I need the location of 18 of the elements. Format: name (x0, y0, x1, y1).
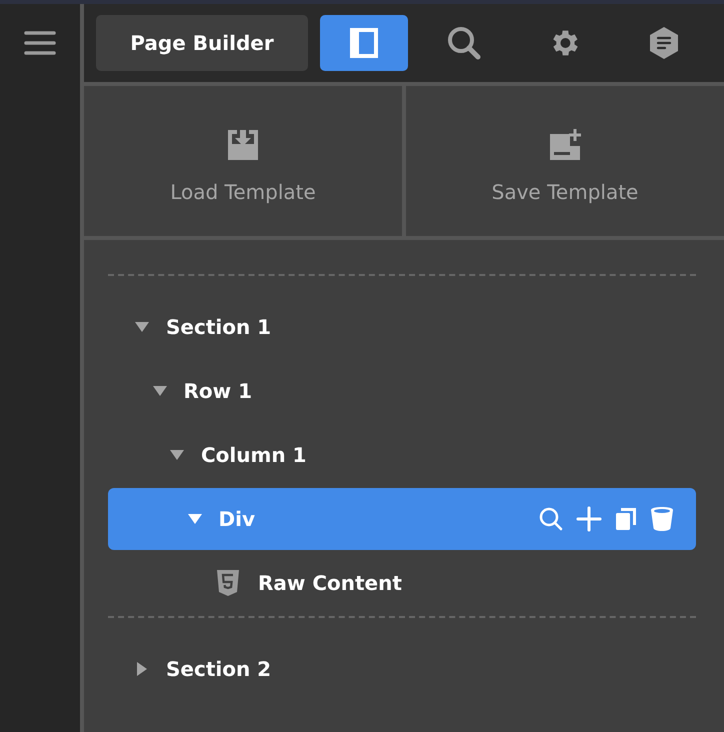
tree-item[interactable]: Row 1 (108, 360, 696, 422)
search-icon (446, 25, 482, 61)
menu-icon[interactable] (24, 30, 56, 56)
copy-icon[interactable] (614, 507, 638, 531)
panel-layout-icon (347, 26, 381, 60)
tree-item[interactable]: Raw Content (108, 552, 696, 614)
hexagon-lines-icon (648, 26, 680, 60)
html5-icon (216, 569, 240, 597)
add-icon[interactable] (576, 506, 602, 532)
page-builder-button[interactable]: Page Builder (96, 15, 308, 71)
download-tray-icon (226, 128, 260, 162)
search-icon[interactable] (538, 506, 564, 532)
document-plus-icon (548, 128, 582, 162)
trash-icon[interactable] (650, 506, 674, 532)
tree-item[interactable]: Section 2 (108, 638, 696, 700)
layout-toggle-button[interactable] (320, 15, 408, 71)
tree-item[interactable]: Section 1 (108, 296, 696, 358)
tree-item[interactable]: Column 1 (108, 424, 696, 486)
